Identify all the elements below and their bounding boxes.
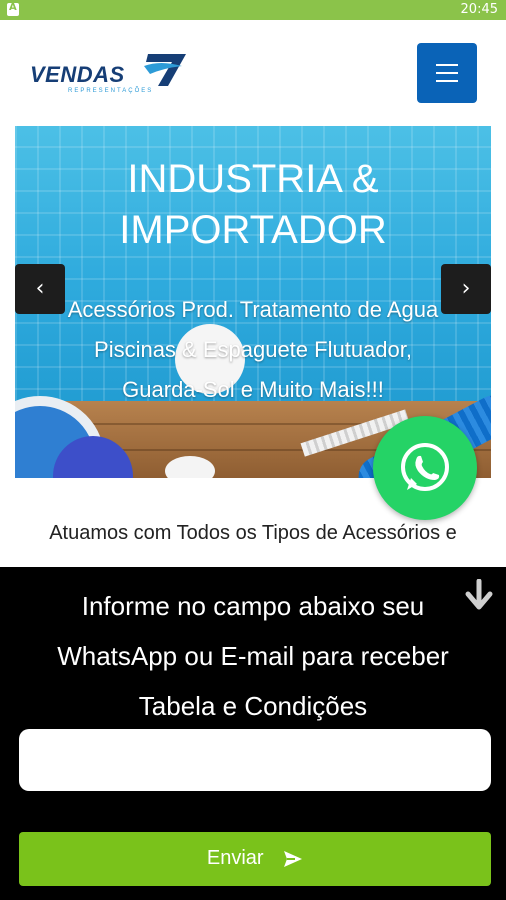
logo-wordmark: VENDAS: [30, 62, 125, 87]
chevron-left-icon: ‹: [35, 276, 45, 301]
status-bar: 20:45: [0, 0, 506, 20]
chevron-right-icon: ›: [461, 276, 471, 301]
hero-fitting: [165, 456, 215, 478]
slider-prev-button[interactable]: ‹: [15, 264, 65, 314]
hamburger-icon-bar: [436, 72, 458, 74]
site-header: VENDAS REPRESENTAÇÕES: [0, 20, 506, 126]
send-icon: [284, 851, 303, 868]
contact-input[interactable]: [19, 729, 491, 791]
vendas7-logo[interactable]: VENDAS REPRESENTAÇÕES: [30, 50, 190, 100]
hero-description: Acessórios Prod. Tratamento de Agua Pisc…: [67, 297, 439, 402]
menu-button[interactable]: [417, 43, 477, 103]
send-button-label: Enviar: [206, 847, 264, 870]
whatsapp-button[interactable]: [373, 416, 477, 520]
lead-capture-panel: Informe no campo abaixo seu WhatsApp ou …: [0, 567, 506, 900]
whatsapp-icon: [401, 443, 449, 491]
hamburger-icon: [436, 64, 458, 66]
logo-subtitle: REPRESENTAÇÕES: [68, 88, 154, 94]
slider-next-button[interactable]: ›: [441, 264, 491, 314]
intro-text: Atuamos com Todos os Tipos de Acessórios…: [49, 522, 457, 544]
hero-title: INDUSTRIA & IMPORTADOR: [119, 157, 387, 252]
send-button[interactable]: Enviar: [19, 832, 491, 886]
app-notification-icon: [7, 2, 19, 16]
status-time: 20:45: [460, 2, 498, 17]
logo-seven-icon: [144, 54, 186, 86]
hamburger-icon-bar: [436, 80, 458, 82]
lead-message: Informe no campo abaixo seu WhatsApp ou …: [57, 591, 449, 721]
